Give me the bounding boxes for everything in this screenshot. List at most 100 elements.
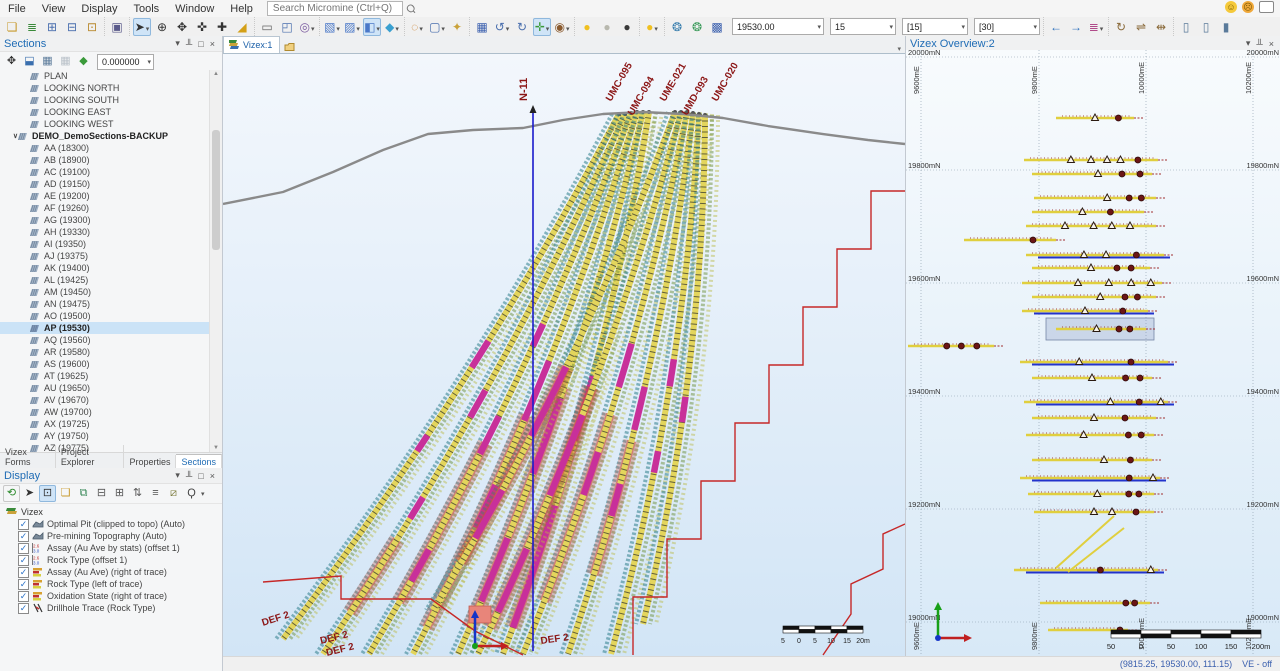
sections-tree-item[interactable]: AA (18300) xyxy=(0,142,210,154)
zoom-window-icon[interactable]: ◰ xyxy=(278,18,296,36)
pick-icon[interactable]: ➤ xyxy=(21,485,38,502)
sections-tree-item[interactable]: AB (18900) xyxy=(0,154,210,166)
overview-canvas[interactable]: 20000mN20000mN19800mN19800mN19600mN19600… xyxy=(906,50,1280,656)
spin-icon[interactable]: ↻ xyxy=(513,18,531,36)
forms-folder-icon[interactable]: ❏ xyxy=(57,485,74,502)
tile-windows-icon[interactable]: ⊟ xyxy=(63,18,81,36)
ramp-icon[interactable]: ◢ xyxy=(233,18,251,36)
display-layer-row[interactable]: ✓Oxidation State (right of trace) xyxy=(4,590,222,602)
section-grid-icon[interactable]: ▦ xyxy=(39,53,56,70)
sections-tree-item[interactable]: LOOKING WEST xyxy=(0,118,210,130)
sections-tree-item[interactable]: LOOKING EAST xyxy=(0,106,210,118)
scroll-down-icon[interactable]: ▼ xyxy=(210,445,222,451)
new-window-icon[interactable]: ⊞ xyxy=(43,18,61,36)
sections-tree-item[interactable]: AK (19400) xyxy=(0,262,210,274)
sections-tree-item[interactable]: AY (19750) xyxy=(0,430,210,442)
display-layer-row[interactable]: ✓2.63.0Assay (Au Ave by stats) (offset 1… xyxy=(4,542,222,554)
clip-both-icon[interactable]: ▮ xyxy=(1217,18,1235,36)
display-layer-row[interactable]: ✓Optimal Pit (clipped to topo) (Auto) xyxy=(4,518,222,530)
monitor-icon[interactable]: ▢▾ xyxy=(428,18,446,36)
menu-window[interactable]: Window xyxy=(167,2,222,16)
panel-menu-icon[interactable]: ▾ xyxy=(1243,38,1254,49)
scroll-thumb[interactable] xyxy=(212,130,220,250)
display-layer-row[interactable]: ✓Assay (Au Ave) (right of trace) xyxy=(4,566,222,578)
refresh-icon[interactable]: ⟲ xyxy=(3,485,20,502)
vizex-layers-icon[interactable]: ≣ xyxy=(23,18,41,36)
axes-icon[interactable]: ✛▾ xyxy=(533,18,551,36)
panel-menu-icon[interactable]: ▾ xyxy=(172,38,183,49)
slice-icon[interactable]: ◆ xyxy=(75,53,92,70)
maximize-icon[interactable]: □ xyxy=(195,471,206,481)
eyedropper-icon[interactable]: ◎▾ xyxy=(298,18,316,36)
sections-tree-item[interactable]: AU (19650) xyxy=(0,382,210,394)
folder-window-icon[interactable]: ⊡ xyxy=(83,18,101,36)
view-3d-icon[interactable]: ◧▾ xyxy=(363,18,381,36)
display-layer-row[interactable]: ✓Rock Type (left of trace) xyxy=(4,578,222,590)
tab-overflow-icon[interactable]: ▾ xyxy=(897,45,905,53)
sections-tree-item[interactable]: LOOKING NORTH xyxy=(0,82,210,94)
pick-box-icon[interactable]: ⊡ xyxy=(39,485,56,502)
view-section-icon[interactable]: ▨▾ xyxy=(343,18,361,36)
section-range-combo[interactable]: [30]▾ xyxy=(974,18,1040,35)
sections-tree-item[interactable]: AT (19625) xyxy=(0,370,210,382)
open-file-icon[interactable]: ❏ xyxy=(3,18,21,36)
key-icon[interactable]: ✦ xyxy=(448,18,466,36)
grid-icon[interactable]: ▦ xyxy=(473,18,491,36)
layer-checkbox[interactable]: ✓ xyxy=(18,519,29,530)
select-arrow-icon[interactable]: ➤▾ xyxy=(133,18,151,36)
search-box[interactable]: Ϙ xyxy=(267,1,403,16)
pair-ab-icon[interactable]: ⊟ xyxy=(93,485,110,502)
pan-icon[interactable]: ✥ xyxy=(173,18,191,36)
section-position-combo[interactable]: 19530.00▾ xyxy=(732,18,824,35)
grid-3d-icon[interactable]: ▩ xyxy=(708,18,726,36)
edit-section-icon[interactable]: ❂ xyxy=(668,18,686,36)
dock-tab-vizex-forms[interactable]: Vizex Forms xyxy=(0,445,56,469)
close-icon[interactable]: × xyxy=(207,471,218,481)
move-icon[interactable]: ✚ xyxy=(213,18,231,36)
sections-tree-item[interactable]: AJ (19375) xyxy=(0,250,210,262)
search-icon[interactable]: Ϙ xyxy=(183,485,200,502)
offset-combo[interactable]: 0.000000 ▾ xyxy=(97,54,154,70)
section-width-combo[interactable]: [15]▾ xyxy=(902,18,968,35)
menu-file[interactable]: File xyxy=(0,2,34,16)
section-view-canvas[interactable]: N-11UMC-095UMC-094UME-021UMD-093UMC-020D… xyxy=(223,53,905,657)
happy-face-icon[interactable]: ☺ xyxy=(1225,1,1237,13)
sections-tree-item[interactable]: AR (19580) xyxy=(0,346,210,358)
camera-icon[interactable]: ◉▾ xyxy=(553,18,571,36)
light-dim-icon[interactable]: ● xyxy=(598,18,616,36)
menu-display[interactable]: Display xyxy=(73,2,125,16)
flatten-icon[interactable]: ≡ xyxy=(147,485,164,502)
form-sets-icon[interactable]: ▣ xyxy=(108,18,126,36)
light-on-icon[interactable]: ● xyxy=(578,18,596,36)
prev-section-icon[interactable]: ← xyxy=(1047,18,1065,36)
layer-checkbox[interactable]: ✓ xyxy=(18,531,29,542)
sections-tree-item[interactable]: AX (19725) xyxy=(0,418,210,430)
next-section-icon[interactable]: → xyxy=(1067,18,1085,36)
tab-vizex1[interactable]: Vizex:1 xyxy=(223,36,280,53)
light-off-icon[interactable]: ● xyxy=(618,18,636,36)
sections-tree-item[interactable]: AM (19450) xyxy=(0,286,210,298)
dock-tab-sections[interactable]: Sections xyxy=(176,454,222,469)
sections-scrollbar[interactable]: ▲ ▼ xyxy=(209,70,222,452)
sections-tree-item[interactable]: LOOKING SOUTH xyxy=(0,94,210,106)
refresh-sections-icon[interactable]: ✥ xyxy=(3,53,20,70)
display-layer-row[interactable]: ✓Drillhole Trace (Rock Type) xyxy=(4,602,222,614)
swap-view-icon[interactable]: ⇌ xyxy=(1132,18,1150,36)
view-diamond-icon[interactable]: ◆▾ xyxy=(383,18,401,36)
chevron-down-icon[interactable]: ▾ xyxy=(201,490,205,498)
layer-checkbox[interactable]: ✓ xyxy=(18,555,29,566)
dock-tab-properties[interactable]: Properties xyxy=(124,455,176,469)
rotate-circle-icon[interactable]: ◌▾ xyxy=(408,18,426,36)
sort-az-icon[interactable]: ⇅ xyxy=(129,485,146,502)
pin-icon[interactable]: ╨ xyxy=(1253,39,1265,49)
view-plan-icon[interactable]: ▧▾ xyxy=(323,18,341,36)
sections-tree-item[interactable]: AF (19260) xyxy=(0,202,210,214)
close-icon[interactable]: × xyxy=(1266,39,1277,49)
sections-tree-item[interactable]: AL (19425) xyxy=(0,274,210,286)
display-layer-row[interactable]: ✓Pre-mining Topography (Auto) xyxy=(4,530,222,542)
new-view-folder-icon[interactable] xyxy=(282,40,298,53)
sections-tree-item[interactable]: AC (19100) xyxy=(0,166,210,178)
sections-tree-item[interactable]: AV (19670) xyxy=(0,394,210,406)
pair-ba-icon[interactable]: ⊞ xyxy=(111,485,128,502)
panel-menu-icon[interactable]: ▾ xyxy=(172,470,183,481)
